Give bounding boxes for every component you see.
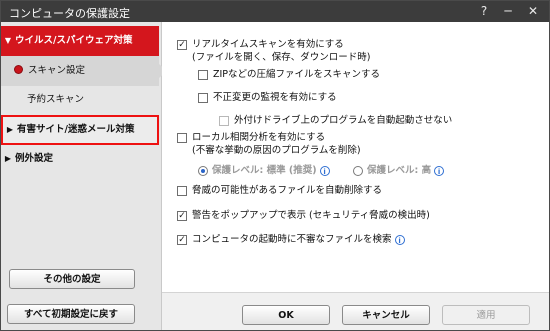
tamper-monitor-checkbox[interactable] xyxy=(198,93,208,103)
sidebar-item-label: 有害サイト/迷惑メール対策 xyxy=(17,124,135,135)
popup-warning-label: 警告をポップアップで表示 (セキュリティ脅威の検出時) xyxy=(192,210,430,221)
title-bar: コンピュータの保護設定 ? ─ ✕ xyxy=(1,1,549,22)
sidebar-item-virus-spyware[interactable]: ▼ ウイルス/スパイウェア対策 xyxy=(1,26,159,56)
minimize-button[interactable]: ─ xyxy=(497,3,519,19)
protection-standard-text: 保護レベル: 標準 (推奨) xyxy=(212,165,317,176)
chevron-right-icon: ▶ xyxy=(4,154,12,163)
window-title: コンピュータの保護設定 xyxy=(9,7,130,20)
protection-high-text: 保護レベル: 高 xyxy=(367,165,432,176)
local-correlation-label: ローカル相関分析を有効にする xyxy=(192,132,326,143)
sidebar-item-scheduled-scan[interactable]: 予約スキャン xyxy=(1,85,159,115)
close-button[interactable]: ✕ xyxy=(522,3,544,19)
protection-high-radio[interactable] xyxy=(353,166,363,176)
realtime-scan-checkbox[interactable]: ✓ xyxy=(177,40,187,50)
info-icon[interactable]: i xyxy=(394,234,405,245)
info-icon[interactable]: i xyxy=(434,165,445,176)
startup-scan-text: コンピュータの起動時に不審なファイルを検索 xyxy=(192,234,392,245)
realtime-scan-sublabel: (ファイルを開く、保存、ダウンロード時) xyxy=(192,52,371,63)
realtime-scan-label: リアルタイムスキャンを有効にする xyxy=(192,39,344,50)
settings-window: コンピュータの保護設定 ? ─ ✕ ▼ ウイルス/スパイウェア対策 スキャン設定 … xyxy=(0,0,550,331)
startup-scan-checkbox[interactable]: ✓ xyxy=(177,235,187,245)
autorun-block-label: 外付けドライブ上のプログラムを自動起動させない xyxy=(234,115,453,126)
ok-button[interactable]: OK xyxy=(242,305,330,325)
zip-scan-checkbox[interactable] xyxy=(198,70,208,80)
selected-dot-icon xyxy=(15,66,22,73)
protection-standard-label: 保護レベル: 標準 (推奨) i xyxy=(212,164,330,177)
autorun-block-checkbox[interactable] xyxy=(219,116,229,126)
startup-scan-label: コンピュータの起動時に不審なファイルを検索 i xyxy=(192,233,405,246)
local-correlation-sublabel: (不審な挙動の原因のプログラムを削除) xyxy=(192,145,361,156)
protection-standard-radio[interactable] xyxy=(198,166,208,176)
zip-scan-label: ZIPなどの圧縮ファイルをスキャンする xyxy=(213,69,381,80)
sidebar-item-exceptions[interactable]: ▶ 例外設定 xyxy=(1,144,159,174)
footer-bar: OK キャンセル 適用 xyxy=(162,292,549,330)
other-settings-button[interactable]: その他の設定 xyxy=(9,269,135,289)
apply-button[interactable]: 適用 xyxy=(442,305,530,325)
popup-warning-checkbox[interactable]: ✓ xyxy=(177,211,187,221)
tamper-monitor-label: 不正変更の監視を有効にする xyxy=(213,92,337,103)
chevron-down-icon: ▼ xyxy=(4,36,12,45)
sidebar-item-label: 例外設定 xyxy=(15,153,54,164)
local-correlation-checkbox[interactable] xyxy=(177,133,187,143)
sidebar-item-scan-settings[interactable]: スキャン設定 xyxy=(1,56,167,86)
sidebar-item-web-mail[interactable]: ▶ 有害サイト/迷惑メール対策 xyxy=(1,115,159,145)
sidebar-item-label: ウイルス/スパイウェア対策 xyxy=(15,35,133,46)
chevron-right-icon: ▶ xyxy=(6,125,14,134)
reset-defaults-button[interactable]: すべて初期設定に戻す xyxy=(7,304,135,324)
cancel-button[interactable]: キャンセル xyxy=(342,305,430,325)
auto-delete-checkbox[interactable] xyxy=(177,186,187,196)
sidebar: ▼ ウイルス/スパイウェア対策 スキャン設定 予約スキャン ▶ 有害サイト/迷惑メー… xyxy=(1,22,167,330)
scan-settings-panel: ✓ リアルタイムスキャンを有効にする (ファイルを開く、保存、ダウンロード時) … xyxy=(162,22,549,292)
sidebar-item-label: スキャン設定 xyxy=(28,65,86,76)
sidebar-item-label: 予約スキャン xyxy=(27,94,85,105)
help-button[interactable]: ? xyxy=(473,3,495,19)
protection-high-label: 保護レベル: 高i xyxy=(367,164,445,177)
auto-delete-label: 脅威の可能性があるファイルを自動削除する xyxy=(192,185,383,196)
info-icon[interactable]: i xyxy=(319,165,330,176)
